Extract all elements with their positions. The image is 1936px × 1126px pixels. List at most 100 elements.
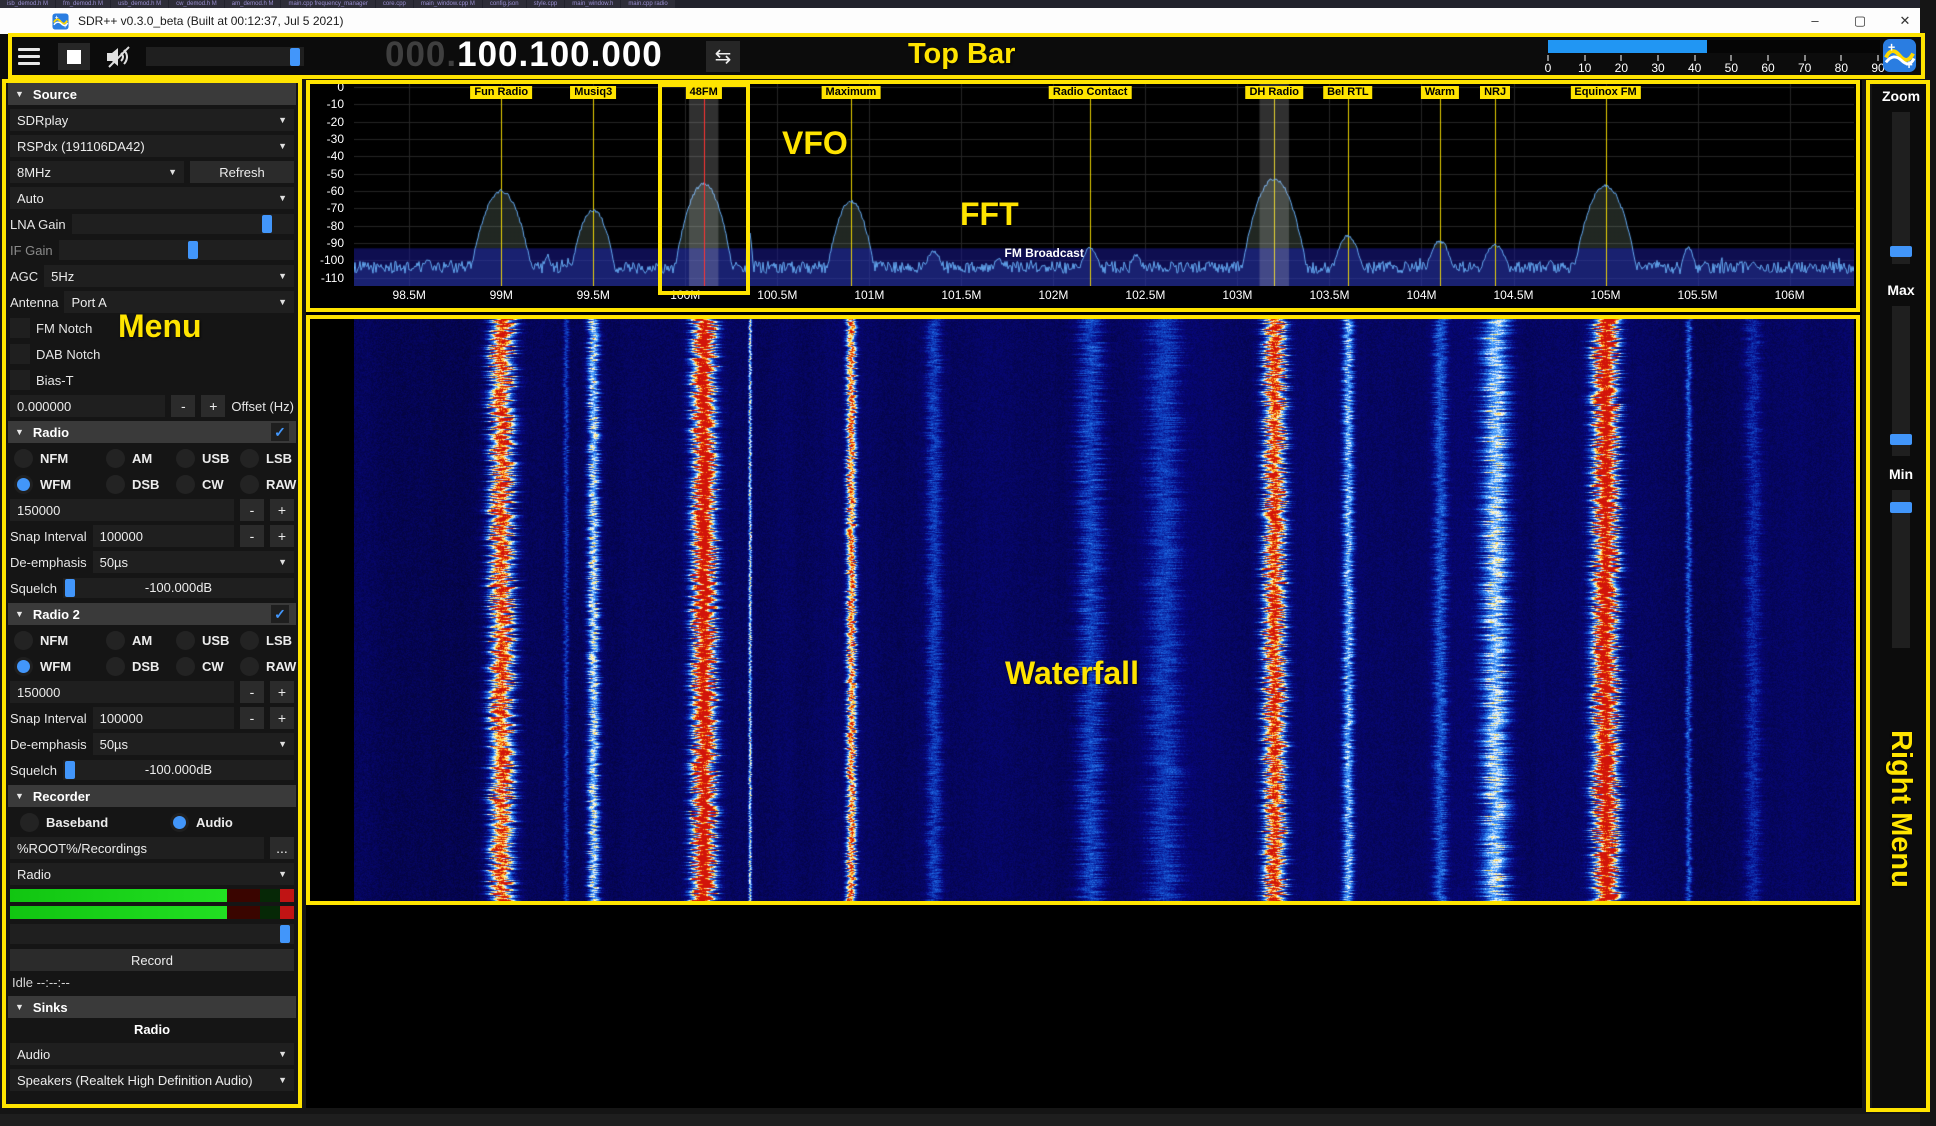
mode-nfm[interactable]: NFM (14, 629, 106, 651)
module-enabled-checkbox[interactable]: ✓ (271, 423, 289, 441)
recorder-volume-slider[interactable] (10, 924, 294, 944)
editor-tab: fm_demod.h M (56, 0, 110, 8)
mode-raw[interactable]: RAW (240, 473, 296, 495)
bandwidth-decrement-button[interactable]: - (240, 681, 264, 703)
station-label[interactable]: Warm (1421, 86, 1459, 99)
bandwidth-increment-button[interactable]: + (270, 681, 294, 703)
max-slider[interactable] (1892, 306, 1910, 456)
deemphasis-dropdown[interactable]: 50µs▼ (93, 551, 294, 573)
antenna-dropdown[interactable]: Port A▼ (64, 291, 294, 313)
source-device-dropdown[interactable]: RSPdx (191106DA42)▼ (10, 135, 294, 157)
gain-mode-dropdown[interactable]: Auto▼ (10, 187, 294, 209)
mode-lsb[interactable]: LSB (240, 629, 296, 651)
station-label[interactable]: Maximum (822, 86, 881, 99)
radio-bandwidth-input[interactable]: 150000 (10, 499, 234, 521)
maximize-button[interactable]: ▢ (1840, 8, 1880, 34)
mode-nfm[interactable]: NFM (14, 447, 106, 469)
record-button[interactable]: Record (10, 949, 294, 971)
section-header-source[interactable]: ▼Source (8, 83, 296, 105)
section-header-recorder[interactable]: ▼Recorder (8, 785, 296, 807)
mode-dsb[interactable]: DSB (106, 655, 176, 677)
mode-am[interactable]: AM (106, 629, 176, 651)
section-header-radio2[interactable]: ▼Radio 2✓ (8, 603, 296, 625)
if-gain-slider[interactable] (59, 240, 294, 260)
snr-meter-bar (1548, 40, 1880, 53)
mode-am[interactable]: AM (106, 447, 176, 469)
offset-input[interactable]: 0.000000 (10, 395, 165, 417)
minimize-button[interactable]: – (1795, 8, 1835, 34)
station-label[interactable]: Bel RTL (1323, 86, 1373, 99)
module-enabled-checkbox[interactable]: ✓ (271, 605, 289, 623)
snr-tick-label: 70 (1798, 61, 1811, 75)
snap-increment-button[interactable]: + (270, 707, 294, 729)
snap-interval-input[interactable]: 100000 (93, 707, 234, 729)
chevron-down-icon: ▼ (274, 115, 287, 125)
radio-dot-icon (106, 631, 125, 650)
station-label[interactable]: NRJ (1480, 86, 1510, 99)
chevron-down-icon: ▼ (274, 297, 287, 307)
squelch-slider[interactable]: -100.000dB (63, 578, 294, 598)
zoom-slider[interactable] (1892, 112, 1910, 264)
station-label[interactable]: DH Radio (1245, 86, 1303, 99)
browse-path-button[interactable]: ... (270, 837, 294, 859)
sink-type-dropdown[interactable]: Audio▼ (10, 1043, 294, 1065)
deemphasis-dropdown[interactable]: 50µs▼ (93, 733, 294, 755)
station-label[interactable]: Equinox FM (1570, 86, 1640, 99)
mode-dsb[interactable]: DSB (106, 473, 176, 495)
bandwidth-decrement-button[interactable]: - (240, 499, 264, 521)
recorder-status: Idle --:--:-- (12, 975, 294, 990)
mode-lsb[interactable]: LSB (240, 447, 296, 469)
mode-usb[interactable]: USB (176, 447, 240, 469)
station-label[interactable]: 48FM (686, 86, 722, 99)
radio2-bandwidth-input[interactable]: 150000 (10, 681, 234, 703)
waterfall-display[interactable] (354, 315, 1854, 903)
station-label[interactable]: Fun Radio (470, 86, 532, 99)
bandwidth-increment-button[interactable]: + (270, 499, 294, 521)
station-label[interactable]: Radio Contact (1049, 86, 1132, 99)
refresh-button[interactable]: Refresh (190, 161, 294, 183)
bandwidth-dropdown[interactable]: 8MHz▼ (10, 161, 184, 183)
agc-dropdown[interactable]: 5Hz▼ (44, 265, 294, 287)
fft-plot[interactable] (354, 84, 1854, 286)
lna-gain-slider[interactable] (72, 214, 294, 234)
recorder-stream-dropdown[interactable]: Radio▼ (10, 863, 294, 885)
vu-meter-right (10, 906, 294, 919)
recorder-mode-baseband[interactable]: Baseband (20, 811, 170, 833)
menu-toggle-button[interactable] (14, 43, 44, 70)
offset-decrement-button[interactable]: - (171, 395, 195, 417)
mode-cw[interactable]: CW (176, 655, 240, 677)
mode-wfm[interactable]: WFM (14, 473, 106, 495)
audio-device-dropdown[interactable]: Speakers (Realtek High Definition Audio)… (10, 1069, 294, 1091)
dab-notch-checkbox[interactable] (10, 344, 30, 364)
squelch-slider[interactable]: -100.000dB (63, 760, 294, 780)
radio-dot-icon (106, 449, 125, 468)
sdrpp-window: isb_demod.h Mfm_demod.h Musb_demod.h Mcw… (0, 0, 1920, 1120)
min-slider[interactable] (1892, 490, 1910, 648)
chevron-down-icon: ▼ (164, 167, 177, 177)
mode-raw[interactable]: RAW (240, 655, 296, 677)
recording-path-input[interactable]: %ROOT%/Recordings (10, 837, 264, 859)
mute-button[interactable] (102, 43, 136, 70)
tuning-mode-button[interactable]: ⇆ (706, 41, 740, 72)
mode-usb[interactable]: USB (176, 629, 240, 651)
offset-increment-button[interactable]: + (201, 395, 225, 417)
chevron-down-icon: ▼ (274, 141, 287, 151)
close-button[interactable]: ✕ (1885, 8, 1925, 34)
snap-decrement-button[interactable]: - (240, 707, 264, 729)
snap-interval-input[interactable]: 100000 (93, 525, 234, 547)
recorder-mode-audio[interactable]: Audio (170, 811, 294, 833)
mode-wfm[interactable]: WFM (14, 655, 106, 677)
source-driver-dropdown[interactable]: SDRplay▼ (10, 109, 294, 131)
volume-slider[interactable] (146, 47, 304, 66)
snap-increment-button[interactable]: + (270, 525, 294, 547)
radio-dot-icon (176, 631, 195, 650)
frequency-display[interactable]: 000.100.100.000 (385, 35, 663, 75)
section-header-radio[interactable]: ▼Radio✓ (8, 421, 296, 443)
mode-cw[interactable]: CW (176, 473, 240, 495)
station-label[interactable]: Musiq3 (570, 86, 616, 99)
snap-decrement-button[interactable]: - (240, 525, 264, 547)
stop-button[interactable] (58, 43, 90, 70)
bias-t-checkbox[interactable] (10, 370, 30, 390)
fm-notch-checkbox[interactable] (10, 318, 30, 338)
section-header-sinks[interactable]: ▼Sinks (8, 996, 296, 1018)
